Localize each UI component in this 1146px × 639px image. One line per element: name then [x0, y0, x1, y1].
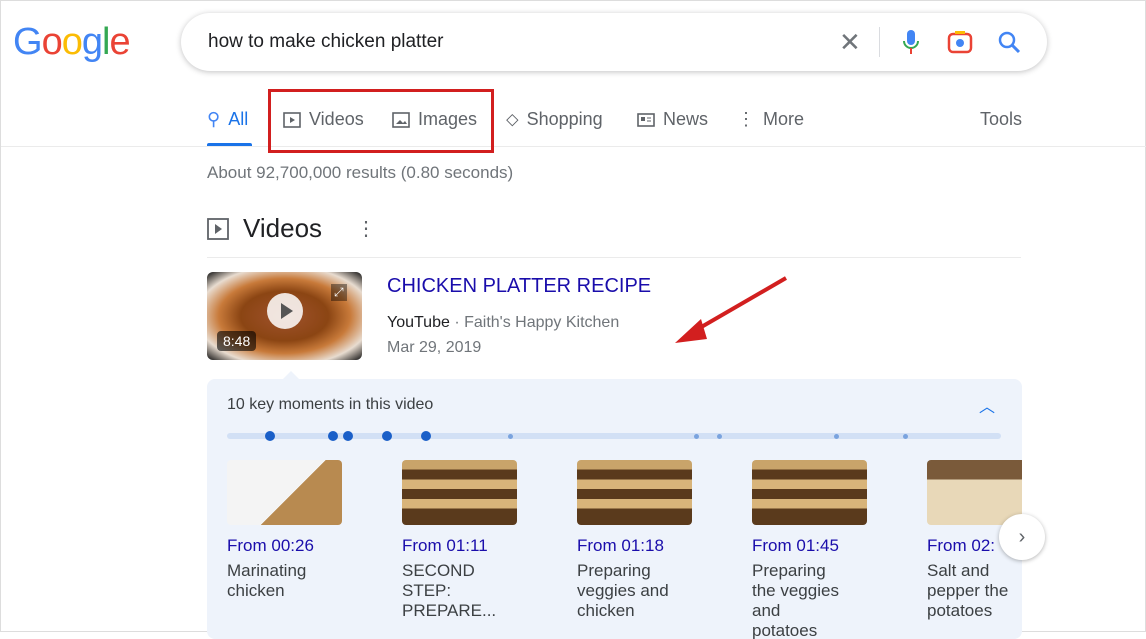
video-date: Mar 29, 2019: [387, 339, 482, 356]
video-icon: [207, 217, 229, 240]
key-moment[interactable]: From 01:11 SECOND STEP: PREPARE...: [402, 460, 552, 621]
video-title-link[interactable]: CHICKEN PLATTER RECIPE: [387, 275, 651, 298]
google-logo[interactable]: Google: [13, 21, 131, 64]
tab-label: Shopping: [526, 109, 603, 129]
more-vert-icon: ⋮: [737, 109, 755, 129]
pointer-notch: [283, 371, 299, 379]
key-moment[interactable]: From 01:18 Preparing veggies and chicken: [577, 460, 727, 621]
search-icon[interactable]: [997, 30, 1021, 54]
moment-thumbnail[interactable]: [227, 460, 342, 525]
next-chevron-button[interactable]: ›: [999, 514, 1045, 560]
tab-label: More: [763, 109, 805, 129]
video-source: YouTube · Faith's Happy Kitchen: [387, 314, 619, 332]
microphone-icon[interactable]: [901, 29, 921, 55]
moment-thumbnail[interactable]: [402, 460, 517, 525]
search-box[interactable]: how to make chicken platter ✕: [181, 13, 1047, 71]
tab-more[interactable]: ⋮ More: [737, 109, 804, 130]
play-icon[interactable]: [267, 293, 303, 329]
moment-timestamp[interactable]: From 01:45: [752, 536, 902, 556]
moment-thumbnail[interactable]: [577, 460, 692, 525]
moment-timestamp[interactable]: From 00:26: [227, 536, 377, 556]
separator: ·: [449, 314, 465, 331]
search-icon: ⚲: [207, 109, 221, 129]
source-name: YouTube: [387, 314, 450, 331]
moment-description: Marinating chicken: [227, 561, 307, 600]
moment-description: Salt and pepper the potatoes: [927, 561, 1009, 620]
key-moments-panel: 10 key moments in this video ︿ From 00:2…: [207, 371, 1022, 639]
key-moment[interactable]: From 00:26 Marinating chicken: [227, 460, 377, 601]
tools-button[interactable]: Tools: [980, 109, 1022, 130]
divider: [1, 146, 1146, 147]
annotation-arrow: [675, 276, 788, 343]
moment-timestamp[interactable]: From 01:18: [577, 536, 727, 556]
search-input[interactable]: how to make chicken platter: [208, 31, 444, 53]
tab-news[interactable]: News: [637, 109, 708, 130]
tab-all[interactable]: ⚲ All: [207, 109, 248, 130]
moment-description: SECOND STEP: PREPARE...: [402, 561, 497, 620]
news-icon: [637, 112, 655, 127]
tag-icon: ⬦: [506, 109, 519, 129]
moment-timestamp[interactable]: From 01:11: [402, 536, 552, 556]
video-duration: 8:48: [217, 331, 257, 351]
moment-description: Preparing veggies and chicken: [577, 561, 669, 620]
moment-thumbnail[interactable]: [752, 460, 867, 525]
result-stats: About 92,700,000 results (0.80 seconds): [207, 163, 514, 182]
tab-shopping[interactable]: ⬦ Shopping: [506, 109, 603, 130]
divider: [207, 257, 1021, 258]
more-options-icon[interactable]: ⋮: [356, 216, 376, 241]
expand-icon[interactable]: ⤢: [331, 284, 347, 301]
section-title: Videos: [243, 213, 323, 243]
divider: [879, 27, 880, 57]
channel-name: Faith's Happy Kitchen: [464, 314, 620, 331]
camera-lens-icon[interactable]: [947, 30, 973, 54]
annotation-highlight-box: [268, 89, 494, 153]
moment-thumbnail[interactable]: [927, 460, 1022, 525]
tab-label: News: [663, 109, 709, 129]
tab-label: All: [228, 109, 249, 129]
clear-icon[interactable]: ✕: [839, 27, 861, 58]
moment-description: Preparing the veggies and potatoes: [752, 561, 839, 639]
key-moment[interactable]: From 01:45 Preparing the veggies and pota…: [752, 460, 902, 639]
video-thumbnail[interactable]: ⤢ 8:48: [207, 272, 362, 360]
videos-section-header: Videos ⋮: [207, 213, 376, 244]
